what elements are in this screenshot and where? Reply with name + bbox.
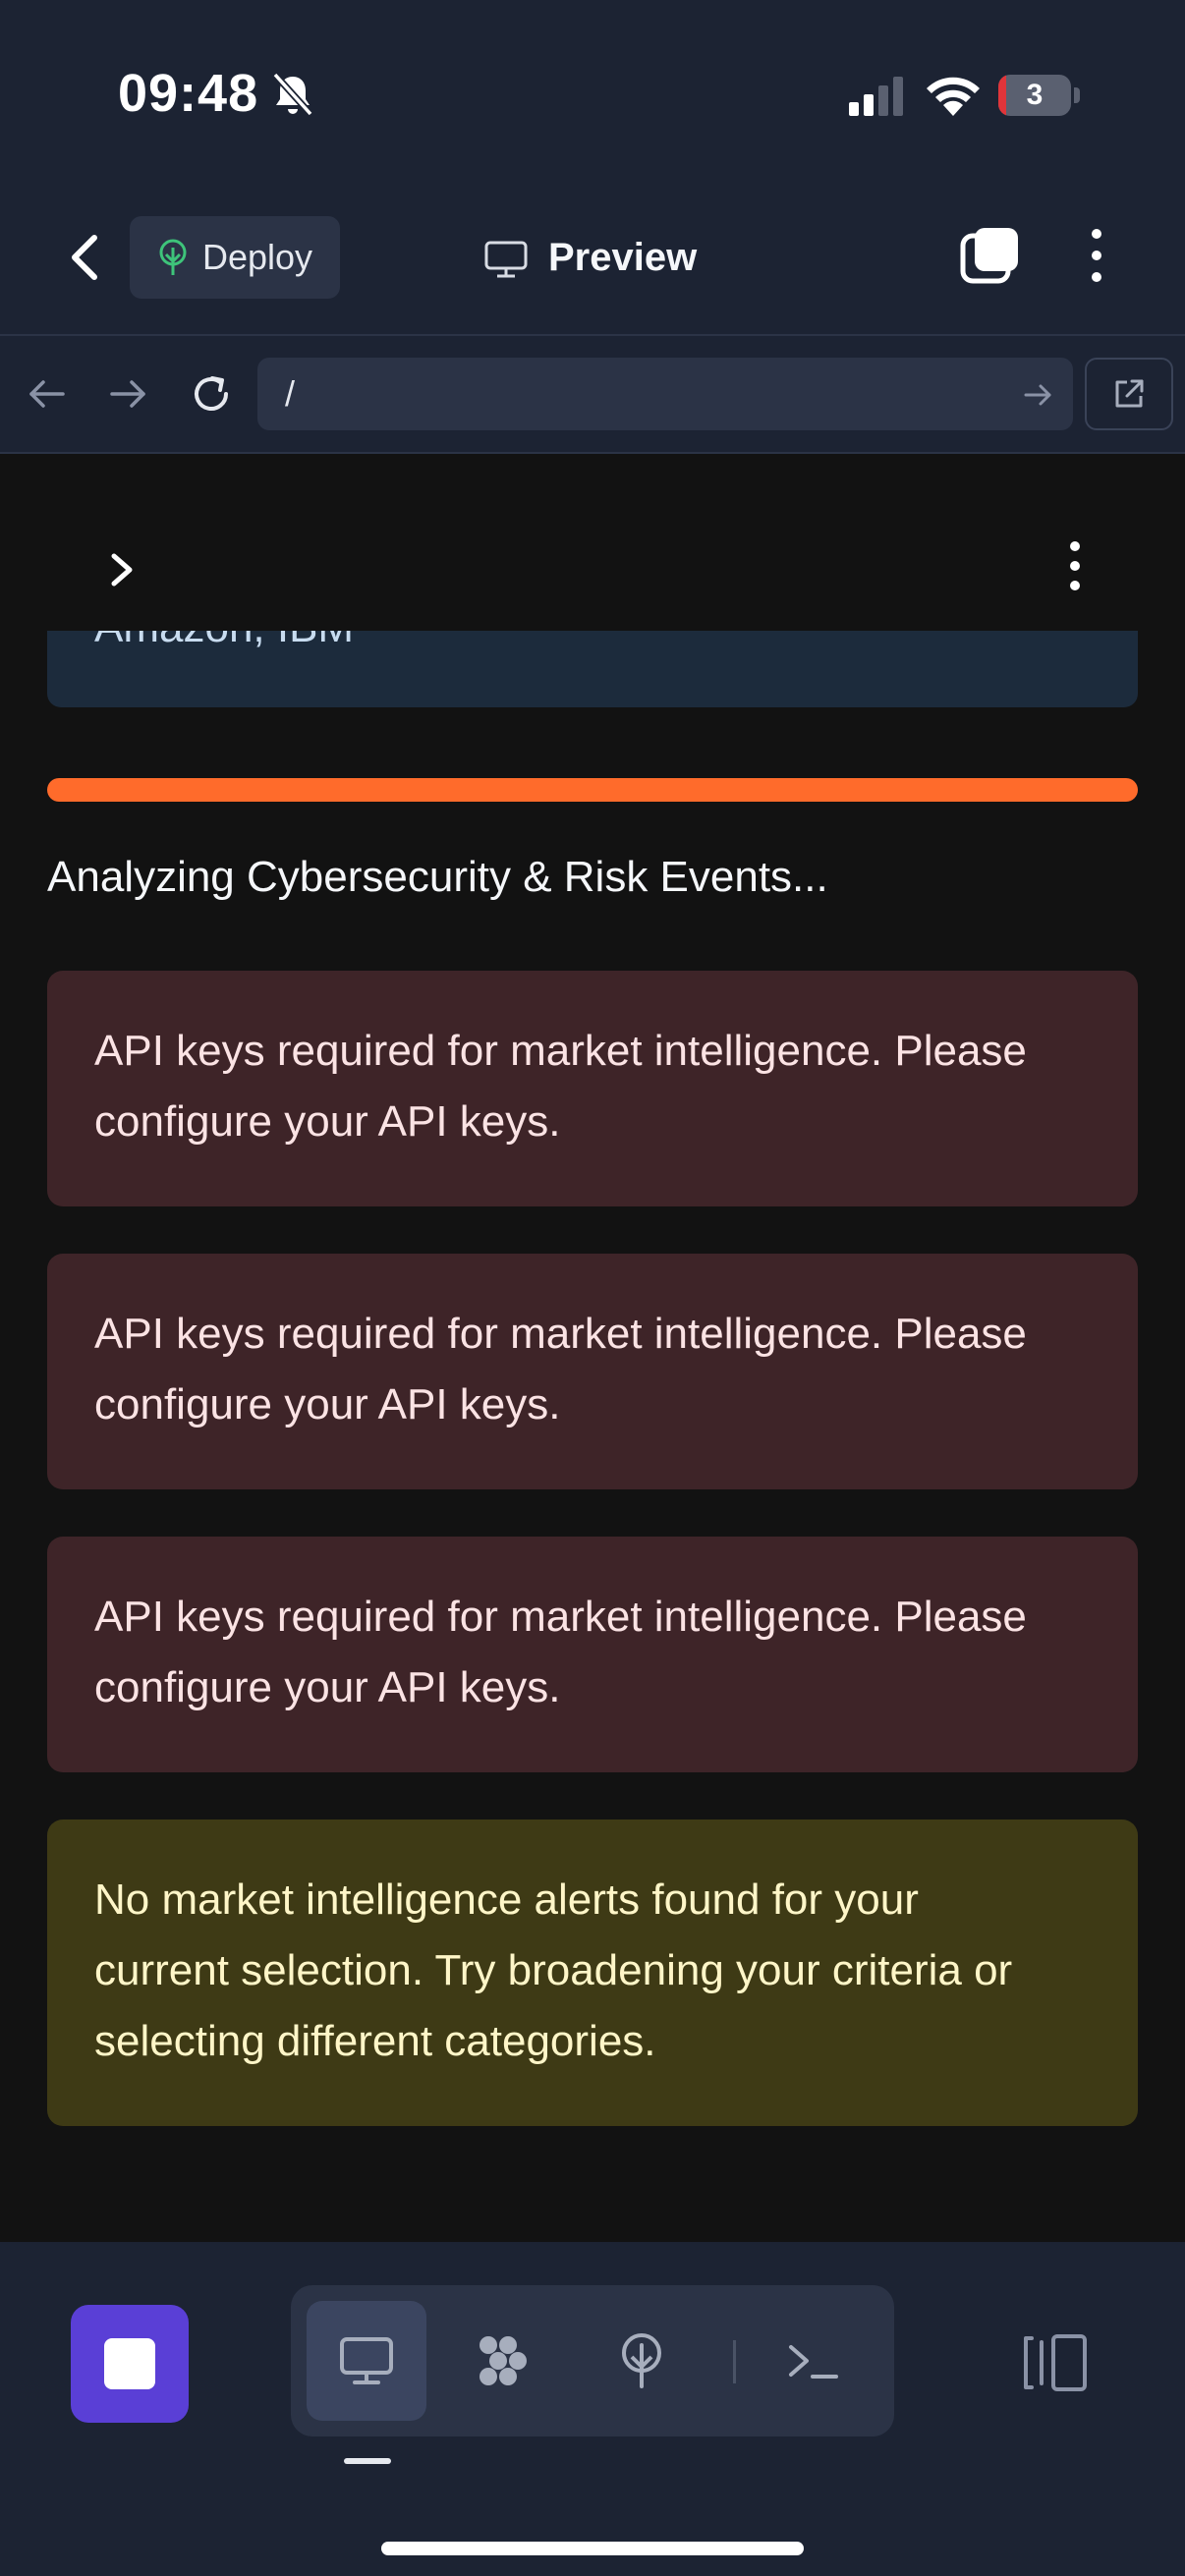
active-tool-indicator xyxy=(344,2458,391,2464)
analysis-status-text: Analyzing Cybersecurity & Risk Events... xyxy=(47,853,828,901)
stop-square-icon xyxy=(104,2338,155,2389)
back-chevron-icon[interactable] xyxy=(55,226,114,289)
cellular-signal-icon xyxy=(849,77,903,116)
url-input[interactable]: / xyxy=(257,358,1073,430)
more-options-icon[interactable] xyxy=(1077,224,1116,287)
alert-line: configure your API keys. xyxy=(94,1097,561,1146)
alert-line: API keys required for market intelligenc… xyxy=(94,1027,1027,1075)
sidebar-expand-chevron-icon[interactable] xyxy=(102,546,141,593)
bottom-toolbar xyxy=(0,2242,1185,2576)
terminal-icon xyxy=(789,2345,838,2379)
error-alert: API keys required for market intelligenc… xyxy=(47,1254,1138,1489)
silent-bell-icon xyxy=(272,72,313,117)
nav-forward-arrow-icon[interactable] xyxy=(104,369,153,419)
tabs-icon[interactable] xyxy=(959,224,1022,287)
error-alert: API keys required for market intelligenc… xyxy=(47,971,1138,1206)
side-panel-icon[interactable] xyxy=(1020,2332,1089,2393)
nav-back-arrow-icon[interactable] xyxy=(22,369,71,419)
app-header-strip xyxy=(0,454,1185,631)
warning-line: No market intelligence alerts found for … xyxy=(94,1876,919,1924)
tool-desktop[interactable] xyxy=(307,2301,426,2421)
tool-divider xyxy=(733,2340,736,2383)
tool-switcher xyxy=(291,2285,894,2436)
reload-icon[interactable] xyxy=(187,369,236,419)
preview-label: Preview xyxy=(548,236,698,279)
url-text: / xyxy=(285,373,296,414)
deploy-button[interactable]: Deploy xyxy=(130,216,340,299)
url-bar: / xyxy=(0,336,1185,454)
monitor-icon xyxy=(484,241,528,278)
tool-deploy[interactable] xyxy=(582,2301,702,2421)
error-alert: API keys required for market intelligenc… xyxy=(47,1537,1138,1772)
alert-line: configure your API keys. xyxy=(94,1663,561,1711)
info-box-text: Amazon, IBM xyxy=(94,631,354,652)
status-bar: 09:48 3 xyxy=(0,0,1185,196)
warning-line: current selection. Try broadening your c… xyxy=(94,1946,1013,1994)
deploy-tree-icon xyxy=(159,239,187,275)
open-external-button[interactable] xyxy=(1085,358,1173,430)
stop-button[interactable] xyxy=(71,2305,189,2423)
globe-antenna-icon xyxy=(622,2333,661,2388)
warning-alert: No market intelligence alerts found for … xyxy=(47,1820,1138,2126)
warning-line: selecting different categories. xyxy=(94,2017,656,2065)
desktop-icon xyxy=(340,2337,393,2384)
progress-bar xyxy=(47,778,1138,802)
hexagon-cluster-icon xyxy=(480,2336,527,2385)
battery-indicator: 3 xyxy=(998,75,1081,116)
battery-level: 3 xyxy=(1026,79,1044,111)
tool-shell[interactable] xyxy=(753,2301,873,2421)
wifi-icon xyxy=(927,77,980,116)
alert-line: API keys required for market intelligenc… xyxy=(94,1310,1027,1358)
home-indicator xyxy=(381,2542,804,2555)
external-link-icon xyxy=(1115,379,1144,408)
tool-packages[interactable] xyxy=(444,2301,564,2421)
app-menu-icon[interactable] xyxy=(1055,536,1095,595)
alert-line: API keys required for market intelligenc… xyxy=(94,1593,1027,1641)
go-arrow-icon[interactable] xyxy=(1020,377,1055,413)
alert-line: configure your API keys. xyxy=(94,1380,561,1428)
info-box-partial: Amazon, IBM xyxy=(47,631,1138,707)
deploy-label: Deploy xyxy=(202,237,313,277)
status-time: 09:48 xyxy=(118,64,259,123)
preview-content: Amazon, IBM Analyzing Cybersecurity & Ri… xyxy=(0,454,1185,2242)
app-bar: Deploy Preview xyxy=(0,196,1185,336)
